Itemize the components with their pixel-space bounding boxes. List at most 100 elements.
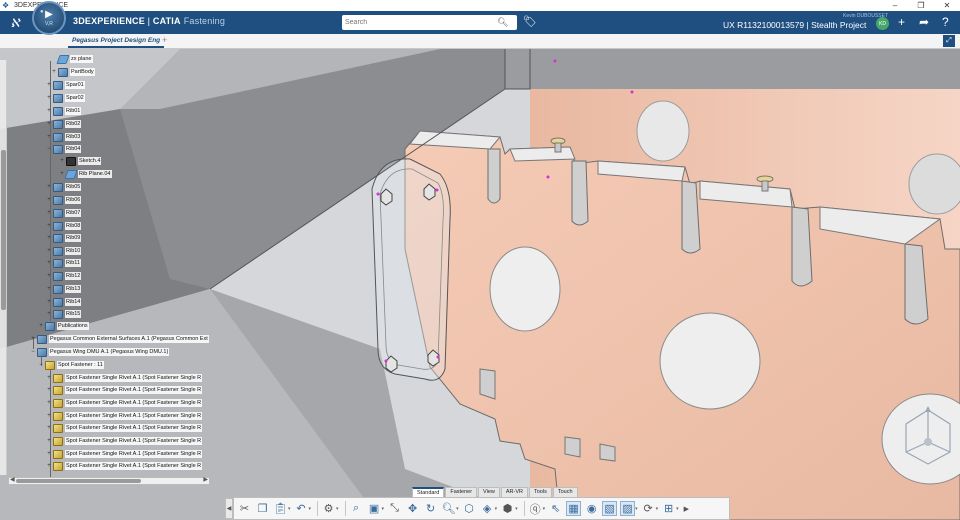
help-icon[interactable]: ⓠ bbox=[528, 501, 543, 516]
expand-toggle-icon[interactable]: + bbox=[45, 299, 53, 305]
update-icon[interactable]: ⟳ bbox=[641, 501, 656, 516]
expand-toggle-icon[interactable]: + bbox=[45, 400, 53, 406]
expand-toggle-icon[interactable]: + bbox=[45, 387, 53, 393]
search-bar[interactable]: 🔍︎ bbox=[342, 15, 517, 30]
tree-item[interactable]: + Rib13 bbox=[45, 283, 82, 295]
add-tab-icon[interactable]: + bbox=[162, 35, 167, 45]
collab-space-label[interactable]: UX R1132100013579 | Stealth Project bbox=[723, 20, 866, 30]
chevron-down-icon[interactable]: ▾ bbox=[676, 506, 679, 512]
expand-toggle-icon[interactable]: + bbox=[45, 425, 53, 431]
tab-standard[interactable]: Standard bbox=[412, 487, 445, 497]
layout-icon[interactable]: ⊞ bbox=[661, 501, 676, 516]
expand-toggle-icon[interactable]: + bbox=[45, 260, 53, 266]
hide-show-icon[interactable]: ⬢ bbox=[500, 501, 515, 516]
chevron-down-icon[interactable]: ▾ bbox=[656, 506, 659, 512]
tree-item[interactable]: + Spot Fastener Single Rivet A.1 (Spot Fa… bbox=[45, 460, 203, 472]
tree-item[interactable]: + Spot Fastener Single Rivet A.1 (Spot Fa… bbox=[45, 372, 203, 384]
tree-item[interactable]: + Pegasus Common External Surfaces A.1 (P… bbox=[29, 333, 209, 345]
tree-item[interactable]: + Spot Fastener Single Rivet A.1 (Spot Fa… bbox=[45, 435, 203, 447]
tree-item[interactable]: + Rib10 bbox=[45, 245, 82, 257]
pan-icon[interactable]: ✥ bbox=[405, 501, 420, 516]
expand-toggle-icon[interactable]: + bbox=[50, 69, 58, 75]
tree-horizontal-scrollbar[interactable]: ◀ ▶ bbox=[8, 477, 210, 485]
paste-icon[interactable]: 📋︎ bbox=[273, 501, 288, 516]
expand-toggle-icon[interactable]: + bbox=[45, 223, 53, 229]
chevron-down-icon[interactable]: ▾ bbox=[635, 506, 638, 512]
tab-ar-vr[interactable]: AR-VR bbox=[500, 487, 528, 497]
expand-toggle-icon[interactable]: + bbox=[29, 336, 37, 342]
add-icon[interactable]: + bbox=[898, 15, 905, 29]
tree-item[interactable]: + Rib02 bbox=[45, 118, 82, 130]
tree-item[interactable]: + Rib08 bbox=[45, 220, 82, 232]
expand-toggle-icon[interactable]: + bbox=[45, 235, 53, 241]
render-toggle-icon[interactable]: ▨ bbox=[620, 501, 636, 516]
tree-item[interactable]: + Rib15 bbox=[45, 308, 82, 320]
chevron-down-icon[interactable]: ▾ bbox=[382, 506, 385, 512]
tree-item[interactable]: + PartBody bbox=[50, 66, 95, 78]
tab-tools[interactable]: Tools bbox=[529, 487, 552, 497]
tree-item[interactable]: + Rib14 bbox=[45, 296, 82, 308]
dassault-logo-icon[interactable]: ℵ bbox=[0, 11, 30, 34]
capture-icon[interactable]: ◉ bbox=[584, 501, 599, 516]
expand-toggle-icon[interactable]: + bbox=[45, 184, 53, 190]
tree-vertical-scrollbar[interactable] bbox=[0, 60, 7, 475]
zoom-icon[interactable]: ⌕ bbox=[349, 501, 364, 516]
scrollbar-thumb[interactable] bbox=[16, 479, 141, 483]
expand-toggle-icon[interactable]: + bbox=[45, 438, 53, 444]
tree-item[interactable]: + Rib07 bbox=[45, 207, 82, 219]
expand-toggle-icon[interactable]: + bbox=[58, 158, 66, 164]
tree-item[interactable]: zx plane bbox=[56, 53, 93, 65]
tree-item[interactable]: + Rib12 bbox=[45, 270, 82, 282]
tree-item[interactable]: − Spot Fastener : 11 bbox=[37, 359, 104, 371]
compass-play-icon[interactable]: ▶ bbox=[45, 9, 53, 20]
tree-item[interactable]: + Spot Fastener Single Rivet A.1 (Spot Fa… bbox=[45, 448, 203, 460]
chevron-down-icon[interactable]: ▾ bbox=[456, 506, 459, 512]
cut-icon[interactable]: ✂ bbox=[237, 501, 252, 516]
tree-item[interactable]: + Spot Fastener Single Rivet A.1 (Spot Fa… bbox=[45, 397, 203, 409]
expand-toggle-icon[interactable]: + bbox=[45, 121, 53, 127]
visualization-icon[interactable]: ▦ bbox=[566, 501, 582, 516]
tab-view[interactable]: View bbox=[478, 487, 500, 497]
collapse-toggle-icon[interactable]: − bbox=[37, 362, 45, 368]
tree-item[interactable]: + Rib05 bbox=[45, 181, 82, 193]
collapse-toggle-icon[interactable]: − bbox=[29, 349, 37, 355]
scrollbar-thumb[interactable] bbox=[1, 150, 6, 310]
tree-item[interactable]: + Rib01 bbox=[45, 105, 82, 117]
tab-pegasus-project[interactable]: Pegasus Project Design Eng bbox=[68, 35, 165, 48]
help-icon[interactable]: ? bbox=[942, 15, 949, 29]
tag-icon[interactable]: 🏷︎ bbox=[523, 15, 537, 28]
tree-item[interactable]: + Spot Fastener Single Rivet A.1 (Spot Fa… bbox=[45, 422, 203, 434]
expand-toggle-icon[interactable]: + bbox=[45, 451, 53, 457]
expand-icon[interactable]: ⤢ bbox=[943, 35, 955, 47]
search-zoom-icon[interactable]: 🔍︎ bbox=[441, 501, 456, 516]
rotate-icon[interactable]: ↻ bbox=[423, 501, 438, 516]
expand-toggle-icon[interactable]: + bbox=[45, 463, 53, 469]
scroll-left-icon[interactable]: ◀ bbox=[10, 476, 15, 483]
close-icon[interactable]: ✕ bbox=[934, 1, 960, 10]
tree-item[interactable]: + Spar02 bbox=[45, 92, 85, 104]
tree-item[interactable]: + Rib03 bbox=[45, 131, 82, 143]
expand-toggle-icon[interactable]: + bbox=[45, 210, 53, 216]
render-style-icon[interactable]: ◈ bbox=[480, 501, 495, 516]
compass-widget[interactable]: ● ▶ V,R bbox=[32, 1, 66, 35]
tree-item[interactable]: + Rib Plane.04 bbox=[58, 168, 112, 180]
scroll-right-icon[interactable]: ▶ bbox=[203, 476, 208, 483]
chevron-down-icon[interactable]: ▾ bbox=[336, 506, 339, 512]
tree-item[interactable]: + Rib11 bbox=[45, 257, 81, 269]
fit-all-icon[interactable]: ⤡ bbox=[387, 501, 402, 516]
tree-item[interactable]: + Rib09 bbox=[45, 232, 82, 244]
chevron-down-icon[interactable]: ▾ bbox=[288, 506, 291, 512]
maximize-icon[interactable]: ❐ bbox=[908, 1, 934, 10]
avatar[interactable]: KD bbox=[876, 17, 889, 30]
expand-toggle-icon[interactable]: + bbox=[45, 286, 53, 292]
search-input[interactable] bbox=[342, 19, 497, 26]
expand-toggle-icon[interactable]: + bbox=[45, 413, 53, 419]
copy-icon[interactable]: ❐ bbox=[255, 501, 270, 516]
expand-toggle-icon[interactable]: + bbox=[45, 134, 53, 140]
expand-toggle-icon[interactable]: + bbox=[37, 323, 45, 329]
tree-item[interactable]: + Sketch.4 bbox=[58, 155, 102, 167]
tree-item[interactable]: + Rib06 bbox=[45, 194, 82, 206]
more-icon[interactable]: ▶ bbox=[684, 505, 689, 513]
chevron-down-icon[interactable]: ▾ bbox=[515, 506, 518, 512]
expand-toggle-icon[interactable]: + bbox=[45, 95, 53, 101]
